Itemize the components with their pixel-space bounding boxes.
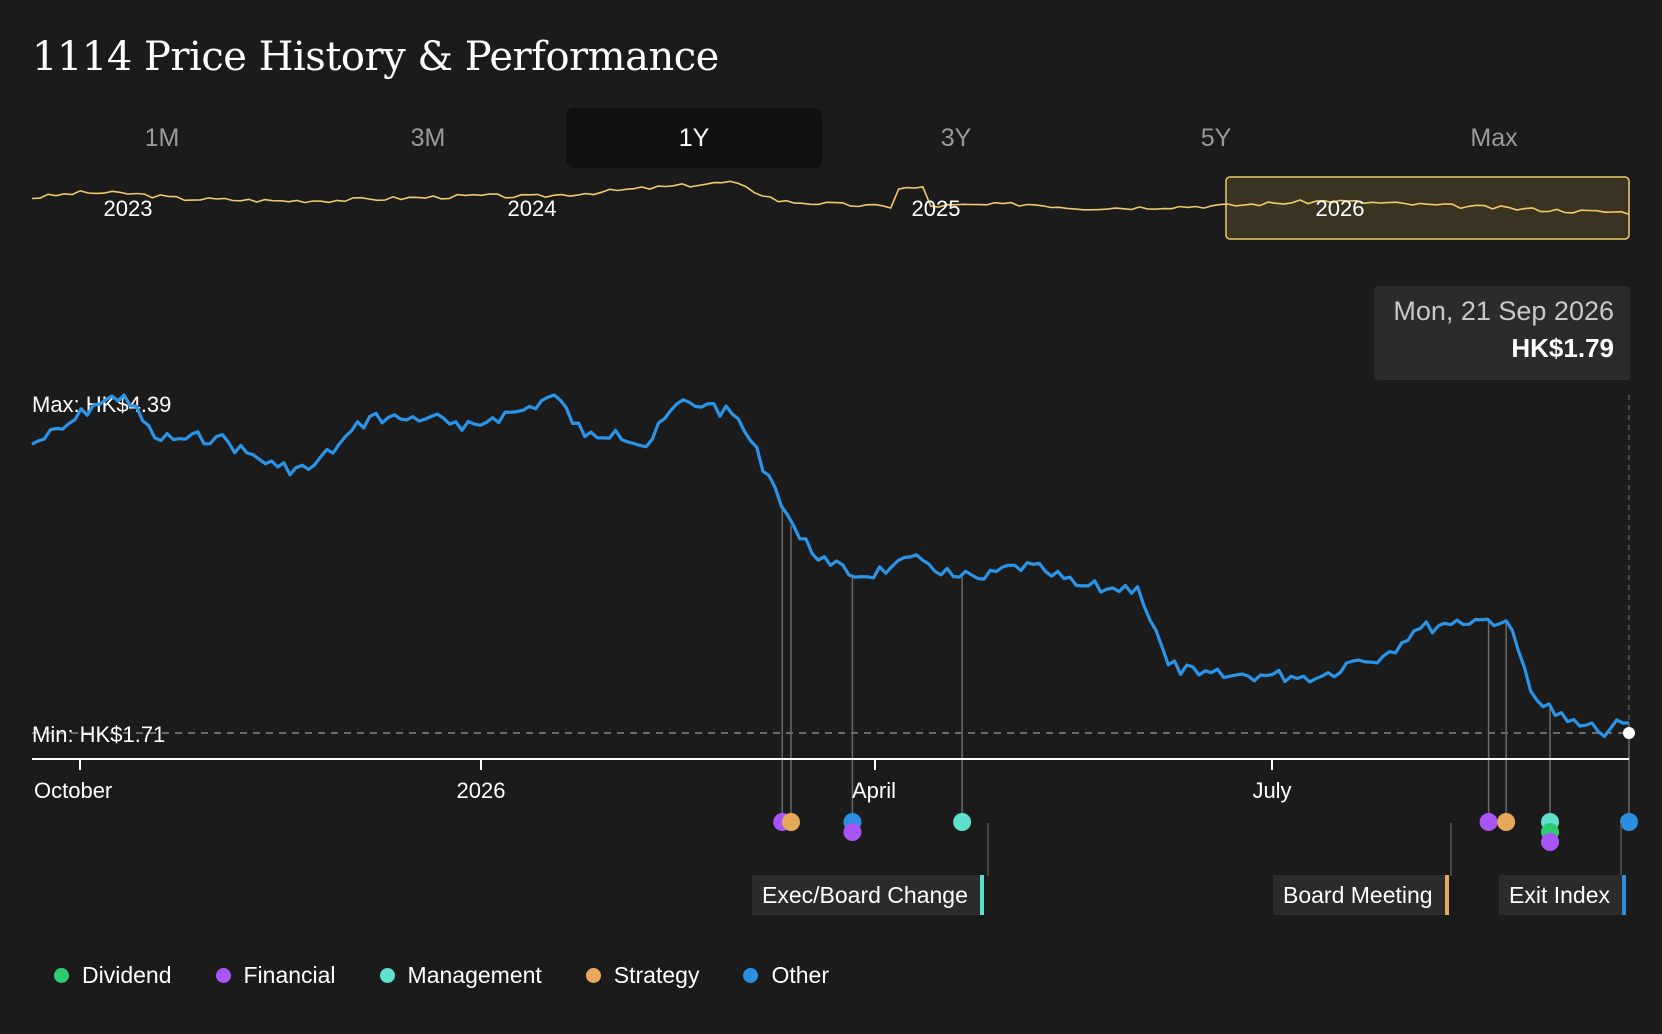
current-price-point[interactable] <box>1623 727 1635 739</box>
event-marker-strategy[interactable] <box>1497 813 1516 831</box>
overview-year-2026: 2026 <box>1316 196 1365 221</box>
price-series-line <box>31 393 1630 739</box>
tooltip-price: HK$1.79 <box>1511 333 1614 363</box>
tooltip-date: Mon, 21 Sep 2026 <box>1393 296 1614 326</box>
legend-item-dividend[interactable]: Dividend <box>54 962 172 989</box>
legend-label: Financial <box>243 962 336 988</box>
x-tick-label-april: April <box>852 778 896 803</box>
strategy-dot-icon <box>585 968 601 983</box>
overview-selection-window[interactable] <box>1225 176 1630 240</box>
overview-navigator[interactable]: 2023 2024 2025 2026 <box>31 176 1630 240</box>
chart-legend: Dividend Financial Management Strategy O… <box>54 962 873 989</box>
legend-label: Strategy <box>613 962 700 988</box>
x-tick-label-july: July <box>1252 778 1291 803</box>
event-marker-financial[interactable] <box>1541 833 1560 851</box>
overview-year-2025: 2025 <box>912 196 961 221</box>
x-tick-label-october: October <box>34 778 112 803</box>
event-tag-exec-board-change[interactable]: Exec/Board Change <box>752 875 984 915</box>
financial-dot-icon <box>215 968 231 983</box>
event-marker-financial[interactable] <box>843 823 862 841</box>
event-tag-board-meeting[interactable]: Board Meeting <box>1273 875 1449 915</box>
legend-label: Other <box>771 962 829 988</box>
legend-item-other[interactable]: Other <box>743 962 829 989</box>
legend-item-financial[interactable]: Financial <box>215 962 336 989</box>
legend-label: Management <box>407 962 542 988</box>
event-tag-exit-index[interactable]: Exit Index <box>1499 875 1626 915</box>
legend-item-management[interactable]: Management <box>379 962 542 989</box>
legend-label: Dividend <box>82 962 172 988</box>
event-marker-strategy[interactable] <box>782 813 801 831</box>
event-marker-other[interactable] <box>1620 813 1638 831</box>
dividend-dot-icon <box>54 968 69 983</box>
event-marker-financial[interactable] <box>1479 813 1498 831</box>
min-label: Min: HK$1.71 <box>32 722 165 747</box>
price-tooltip: Mon, 21 Sep 2026 HK$1.79 <box>1374 286 1630 380</box>
x-tick-label-2026: 2026 <box>457 778 506 803</box>
overview-year-2024: 2024 <box>508 196 557 221</box>
other-dot-icon <box>743 968 759 983</box>
event-marker-management[interactable] <box>953 813 972 831</box>
overview-year-2023: 2023 <box>104 196 153 221</box>
legend-item-strategy[interactable]: Strategy <box>585 962 700 989</box>
management-dot-icon <box>379 968 395 983</box>
